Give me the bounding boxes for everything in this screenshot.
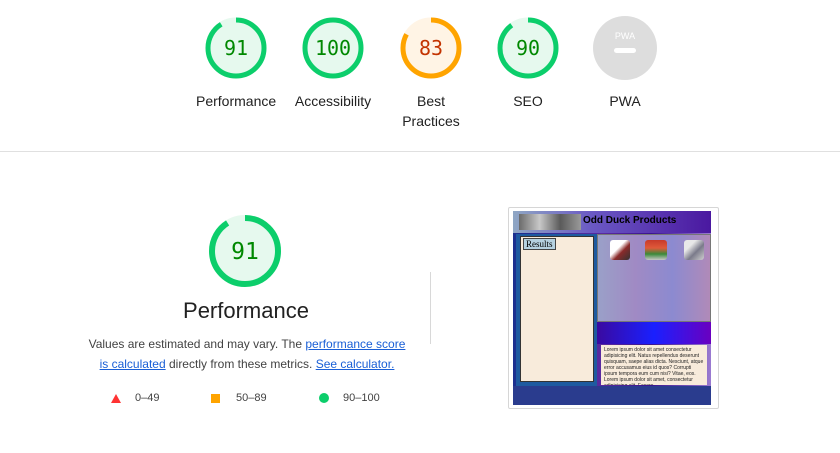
final-screenshot[interactable]: Odd Duck Products Results Lorem ipsum do… [513, 211, 711, 405]
section-divider [0, 151, 840, 152]
description-text-2: directly from these metrics. [165, 357, 316, 371]
see-calculator-link[interactable]: See calculator. [316, 357, 395, 371]
description-text-1: Values are estimated and may vary. The [88, 337, 306, 351]
screenshot-body-text: Lorem ipsum dolor sit amet consectetur a… [601, 345, 707, 385]
accessibility-score: 100 [315, 36, 351, 60]
gauge-accessibility[interactable]: 100 Accessibility [290, 16, 376, 111]
vertical-divider [430, 272, 431, 344]
legend-pass: 90–100 [319, 392, 380, 404]
product-thumb-3 [684, 240, 704, 260]
seo-score: 90 [516, 36, 540, 60]
legend-fail-range: 0–49 [135, 392, 160, 404]
circle-pass-icon [319, 393, 329, 403]
pwa-label: PWA [609, 93, 641, 109]
performance-detail-score: 91 [231, 239, 259, 265]
gauge-performance[interactable]: 91 Performance [196, 16, 276, 111]
legend-fail: 0–49 [111, 392, 159, 404]
best-practices-score: 83 [419, 36, 443, 60]
screenshot-title: Odd Duck Products [583, 215, 677, 226]
product-thumb-2 [645, 240, 667, 260]
legend-average: 50–89 [211, 392, 267, 404]
performance-gauge-ring: 91 [205, 17, 267, 79]
accessibility-gauge-ring: 100 [302, 17, 364, 79]
best-practices-label-line1: Best [416, 93, 445, 109]
screenshot-footer [513, 386, 711, 405]
seo-gauge-ring: 90 [497, 17, 559, 79]
seo-label: SEO [513, 93, 543, 109]
performance-detail-ring: 91 [209, 215, 281, 287]
pwa-badge-icon: PWA [593, 16, 657, 80]
triangle-fail-icon [111, 393, 121, 403]
screenshot-header: Odd Duck Products [513, 211, 711, 233]
best-practices-label-line2: Practices [402, 113, 460, 129]
pwa-badge-text: PWA [615, 31, 635, 41]
screenshot-cat-image [519, 214, 581, 230]
gauge-seo[interactable]: 90 SEO [488, 16, 568, 111]
performance-title: Performance [183, 298, 309, 323]
screenshot-product-gallery [597, 234, 711, 322]
screenshot-results-box: Results [520, 236, 594, 382]
performance-description: Values are estimated and may vary. The p… [84, 334, 410, 374]
legend-pass-range: 90–100 [343, 392, 380, 404]
gauge-best-practices[interactable]: 83 Best Practices [391, 16, 471, 131]
screenshot-gradient-band [597, 322, 711, 344]
performance-detail-gauge: 91 [207, 213, 283, 289]
screenshot-results-label: Results [523, 238, 556, 250]
gauge-pwa[interactable]: PWA PWA [585, 16, 665, 111]
screenshot-results-panel: Results [516, 234, 597, 386]
best-practices-gauge-ring: 83 [400, 17, 462, 79]
accessibility-label: Accessibility [294, 93, 372, 109]
legend-average-range: 50–89 [236, 392, 267, 404]
square-average-icon [211, 393, 220, 403]
performance-score: 91 [224, 36, 248, 60]
performance-label: Performance [196, 93, 277, 109]
product-thumb-1 [610, 240, 630, 260]
